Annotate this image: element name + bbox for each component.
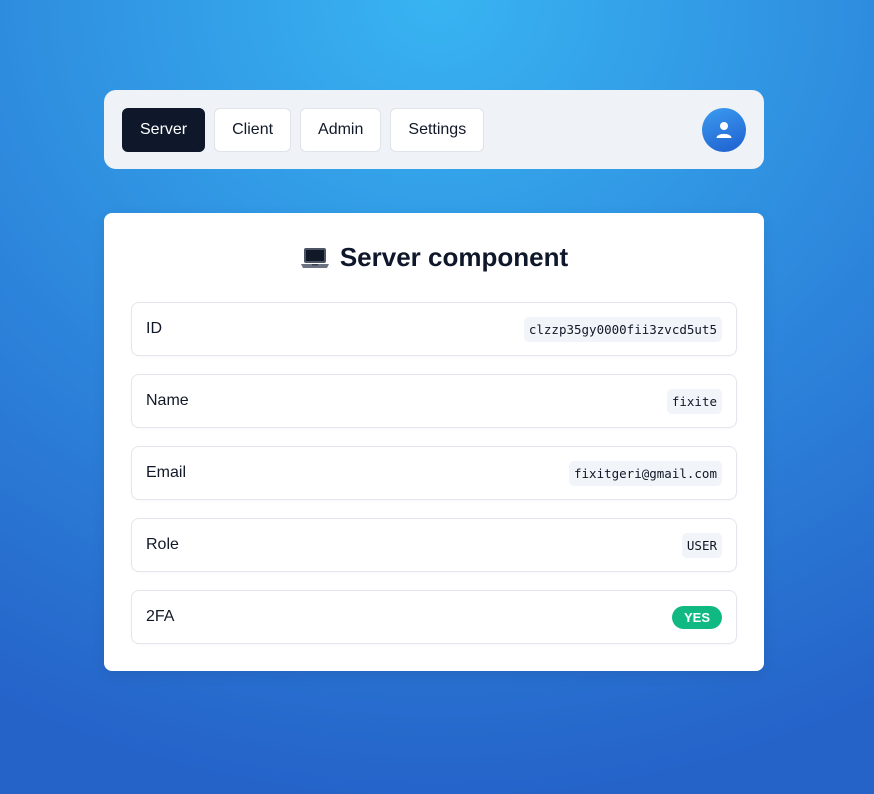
role-label: Role [146,536,179,553]
top-navbar: Server Client Admin Settings [104,90,764,169]
name-value: fixite [666,388,722,414]
row-email: Email fixitgeri@gmail.com [131,446,737,500]
role-value: USER [681,532,722,558]
page-title: Server component [339,242,569,272]
tab-client[interactable]: Client [214,107,292,152]
card-header: Server component [131,213,737,302]
2fa-status-badge: YES [671,605,722,629]
laptop-icon [300,247,329,268]
id-value: clzzp35gy0000fii3zvcd5ut5 [523,316,722,342]
tab-server[interactable]: Server [122,107,206,152]
user-avatar-button[interactable] [702,107,746,152]
email-label: Email [146,464,187,481]
user-icon [716,121,732,138]
row-role: Role USER [131,518,737,572]
email-value: fixitgeri@gmail.com [569,460,722,486]
user-info-list: ID clzzp35gy0000fii3zvcd5ut5 Name fixite… [131,302,737,644]
name-label: Name [146,392,189,409]
row-name: Name fixite [131,374,737,428]
id-label: ID [146,320,162,337]
row-id: ID clzzp35gy0000fii3zvcd5ut5 [131,302,737,356]
tab-admin[interactable]: Admin [300,107,382,152]
row-2fa: 2FA YES [131,590,737,644]
server-component-card: Server component ID clzzp35gy0000fii3zvc… [104,213,764,671]
tab-settings[interactable]: Settings [390,107,485,152]
nav-tabs: Server Client Admin Settings [122,107,485,152]
2fa-label: 2FA [146,608,175,625]
